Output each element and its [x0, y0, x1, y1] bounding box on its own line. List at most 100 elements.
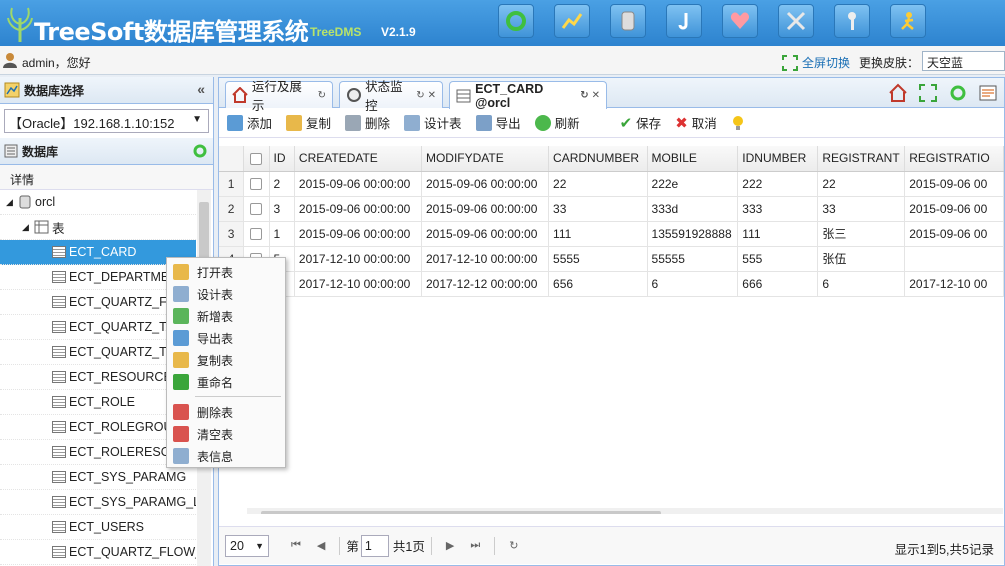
- table-cell[interactable]: 111: [548, 221, 648, 247]
- context-menu-item[interactable]: 删除表: [167, 401, 285, 423]
- table-cell[interactable]: 55555: [647, 246, 739, 272]
- database-icon[interactable]: [610, 4, 646, 38]
- close-icon[interactable]: ✕: [428, 90, 436, 101]
- close-icon[interactable]: ✕: [592, 90, 600, 101]
- table-cell[interactable]: 666: [737, 271, 819, 297]
- table-cell[interactable]: 333d: [647, 196, 739, 222]
- table-cell[interactable]: 22: [548, 171, 648, 197]
- tab-run-display[interactable]: 运行及展示 ↻: [225, 80, 333, 113]
- page-size-select[interactable]: 20 ▼: [225, 534, 269, 557]
- table-cell[interactable]: 3: [269, 196, 295, 222]
- expand-arrow-icon[interactable]: ◢: [6, 197, 18, 208]
- heart-icon[interactable]: [722, 4, 758, 38]
- tree-node-tables[interactable]: ◢ 表: [0, 215, 196, 240]
- table-cell[interactable]: 22: [817, 171, 906, 197]
- table-cell[interactable]: 5555: [548, 246, 648, 272]
- table-cell[interactable]: 333: [737, 196, 819, 222]
- reload-icon[interactable]: ↻: [509, 539, 518, 552]
- table-cell[interactable]: 张伍: [817, 246, 906, 272]
- user-run-icon[interactable]: [890, 4, 926, 38]
- table-cell[interactable]: 2015-09-06 00:00:00: [421, 196, 550, 222]
- hint-button[interactable]: [731, 115, 745, 131]
- table-cell[interactable]: 2015-09-06 00: [904, 221, 1004, 247]
- page-number-input[interactable]: 1: [360, 534, 389, 557]
- fullscreen-toggle[interactable]: 全屏切换: [782, 54, 850, 71]
- tab-refresh-icon[interactable]: ↻: [416, 90, 424, 101]
- add-button[interactable]: 添加: [227, 113, 272, 132]
- tree-table-item[interactable]: ECT_SYS_PARAMG: [0, 465, 196, 490]
- tree-node-orcl[interactable]: ◢ orcl: [0, 190, 196, 215]
- context-menu-item[interactable]: 表信息: [167, 445, 285, 467]
- last-page-icon[interactable]: ⏭: [470, 539, 480, 552]
- refresh-tree-icon[interactable]: [193, 144, 207, 158]
- table-cell[interactable]: 2015-09-06 00: [904, 171, 1004, 197]
- row-checkbox-cell[interactable]: [243, 221, 270, 247]
- table-cell[interactable]: 656: [548, 271, 648, 297]
- select-all-checkbox[interactable]: [243, 146, 270, 172]
- save-button[interactable]: ✔ 保存: [620, 113, 662, 132]
- design-table-button[interactable]: 设计表: [404, 113, 462, 132]
- tab-status-monitor[interactable]: 状态监控 ↻ ✕: [339, 80, 443, 113]
- table-cell[interactable]: 111: [737, 221, 819, 247]
- table-cell[interactable]: 张三: [817, 221, 906, 247]
- context-menu-item[interactable]: 打开表: [167, 261, 285, 283]
- tree-table-item[interactable]: ECT_QUARTZ_FLOW_L: [0, 540, 196, 565]
- chart-icon[interactable]: [554, 4, 590, 38]
- column-header[interactable]: REGISTRANT: [817, 146, 906, 172]
- copy-button[interactable]: 复制: [286, 113, 331, 132]
- next-page-icon[interactable]: ▶: [446, 539, 454, 552]
- table-row[interactable]: 1 2 2015-09-06 00:00:00 2015-09-06 00:00:00…: [219, 171, 1004, 197]
- context-menu-item[interactable]: 复制表: [167, 349, 285, 371]
- row-checkbox-cell[interactable]: [243, 196, 270, 222]
- table-cell[interactable]: 555: [737, 246, 819, 272]
- table-cell[interactable]: 2017-12-12 00:00:00: [421, 271, 550, 297]
- table-cell[interactable]: [904, 246, 1004, 272]
- table-cell[interactable]: 2017-12-10 00:00:00: [421, 246, 550, 272]
- column-header[interactable]: REGISTRATIO: [904, 146, 1004, 172]
- checkbox[interactable]: [250, 178, 263, 191]
- context-menu-item[interactable]: 导出表: [167, 327, 285, 349]
- prev-page-icon[interactable]: ◀: [317, 539, 325, 552]
- home-tool-icon[interactable]: [888, 83, 908, 103]
- tab-refresh-icon[interactable]: ↻: [318, 90, 326, 101]
- export-button[interactable]: 导出: [475, 113, 521, 132]
- cancel-button[interactable]: ✖ 取消: [675, 113, 717, 132]
- table-cell[interactable]: 2015-09-06 00:00:00: [421, 221, 550, 247]
- refresh-tool-icon[interactable]: [948, 83, 968, 103]
- checkbox[interactable]: [250, 153, 263, 166]
- delete-button[interactable]: 删除: [345, 113, 390, 132]
- table-cell[interactable]: 222e: [647, 171, 739, 197]
- table-cell[interactable]: 6: [647, 271, 739, 297]
- table-cell[interactable]: 2017-12-10 00: [904, 271, 1004, 297]
- table-cell[interactable]: 2015-09-06 00: [904, 196, 1004, 222]
- row-checkbox-cell[interactable]: [243, 171, 270, 197]
- grid-hscrollbar[interactable]: [247, 508, 1003, 514]
- table-cell[interactable]: 135591928888: [647, 221, 739, 247]
- table-cell[interactable]: 2017-12-10 00:00:00: [294, 271, 422, 297]
- table-row[interactable]: 3 1 2015-09-06 00:00:00 2015-09-06 00:00:00…: [219, 221, 1004, 247]
- column-header[interactable]: MOBILE: [647, 146, 739, 172]
- table-row[interactable]: 2 3 2015-09-06 00:00:00 2015-09-06 00:00:00…: [219, 196, 1004, 222]
- table-cell[interactable]: 33: [817, 196, 906, 222]
- tree-table-item[interactable]: ECT_USERS: [0, 515, 196, 540]
- table-cell[interactable]: 2015-09-06 00:00:00: [294, 196, 422, 222]
- menu-tool-icon[interactable]: [978, 83, 998, 103]
- collapse-icon[interactable]: «: [197, 81, 205, 97]
- table-cell[interactable]: 6: [817, 271, 906, 297]
- table-cell[interactable]: 2015-09-06 00:00:00: [421, 171, 550, 197]
- table-row[interactable]: 452017-12-10 00:00:002017-12-10 00:00:00…: [219, 246, 1004, 272]
- column-header[interactable]: CREATEDATE: [294, 146, 422, 172]
- table-row[interactable]: 542017-12-10 00:00:002017-12-12 00:00:00…: [219, 271, 1004, 297]
- column-header[interactable]: MODIFYDATE: [421, 146, 550, 172]
- first-page-icon[interactable]: ⏮: [291, 539, 301, 552]
- refresh-icon[interactable]: [498, 4, 534, 38]
- java-icon[interactable]: [666, 4, 702, 38]
- skin-select[interactable]: 天空蓝: [922, 51, 1005, 71]
- context-menu-item[interactable]: 重命名: [167, 371, 285, 393]
- tools-icon[interactable]: [778, 4, 814, 38]
- fullscreen-tool-icon[interactable]: [918, 83, 938, 103]
- table-cell[interactable]: 33: [548, 196, 648, 222]
- tab-refresh-icon[interactable]: ↻: [580, 90, 588, 101]
- expand-arrow-icon[interactable]: ◢: [22, 222, 34, 233]
- checkbox[interactable]: [250, 228, 263, 241]
